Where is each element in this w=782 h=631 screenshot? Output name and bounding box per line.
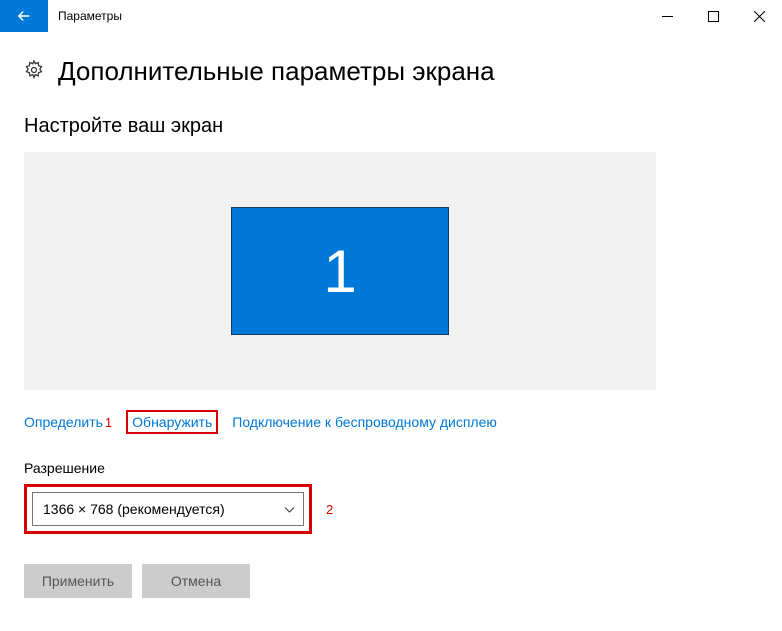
maximize-icon bbox=[708, 11, 719, 22]
monitor-number: 1 bbox=[323, 237, 356, 306]
identify-link[interactable]: Определить bbox=[24, 414, 103, 430]
cancel-button[interactable]: Отмена bbox=[142, 564, 250, 598]
monitor-preview-area[interactable]: 1 bbox=[24, 152, 656, 390]
resolution-dropdown[interactable]: 1366 × 768 (рекомендуется) bbox=[32, 492, 304, 526]
display-actions-row: Определить1 Обнаружить Подключение к бес… bbox=[24, 410, 758, 434]
page-title: Дополнительные параметры экрана bbox=[58, 56, 495, 87]
section-title: Настройте ваш экран bbox=[24, 115, 758, 138]
back-button[interactable] bbox=[0, 0, 48, 32]
minimize-icon bbox=[662, 11, 673, 22]
annotation-1: 1 bbox=[105, 415, 112, 430]
detect-link[interactable]: Обнаружить bbox=[132, 414, 212, 430]
page-header: Дополнительные параметры экрана bbox=[24, 56, 758, 87]
arrow-left-icon bbox=[15, 7, 33, 25]
apply-button[interactable]: Применить bbox=[24, 564, 132, 598]
minimize-button[interactable] bbox=[644, 0, 690, 32]
window-title: Параметры bbox=[58, 9, 122, 23]
monitor-1[interactable]: 1 bbox=[231, 207, 449, 335]
wireless-display-link[interactable]: Подключение к беспроводному дисплею bbox=[232, 414, 497, 430]
action-buttons: Применить Отмена bbox=[24, 564, 758, 598]
resolution-label: Разрешение bbox=[24, 460, 758, 476]
close-icon bbox=[754, 11, 765, 22]
window-controls bbox=[644, 0, 782, 32]
annotation-2: 2 bbox=[326, 502, 333, 517]
gear-icon bbox=[24, 60, 44, 83]
close-button[interactable] bbox=[736, 0, 782, 32]
chevron-down-icon bbox=[284, 504, 295, 515]
titlebar: Параметры bbox=[0, 0, 782, 32]
resolution-value: 1366 × 768 (рекомендуется) bbox=[43, 501, 225, 517]
annotation-highlight-2: 1366 × 768 (рекомендуется) bbox=[24, 484, 312, 534]
content-area: Дополнительные параметры экрана Настройт… bbox=[0, 32, 782, 598]
maximize-button[interactable] bbox=[690, 0, 736, 32]
